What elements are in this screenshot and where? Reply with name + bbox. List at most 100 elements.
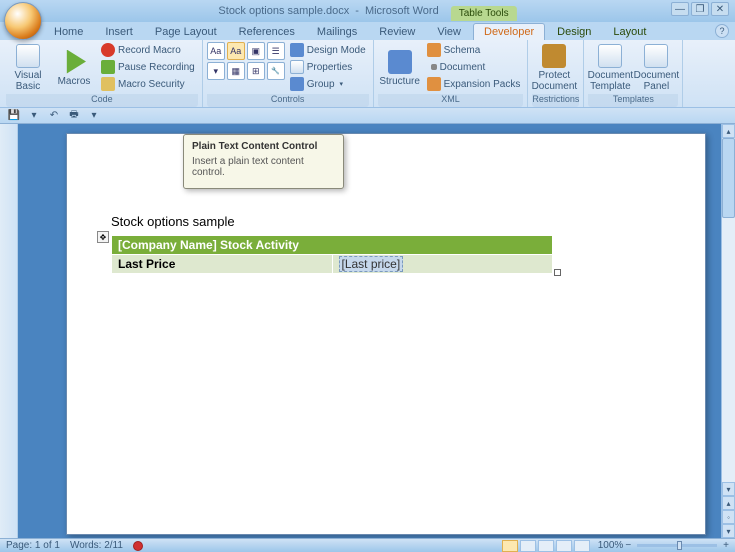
- ribbon: Visual Basic Macros Record Macro Pause R…: [0, 40, 735, 108]
- full-screen-view-button[interactable]: [520, 540, 536, 552]
- tab-review[interactable]: Review: [369, 24, 425, 40]
- security-icon: [101, 77, 115, 91]
- group-label-restrictions: Restrictions: [532, 94, 579, 107]
- tab-view[interactable]: View: [427, 24, 471, 40]
- tooltip: Plain Text Content Control Insert a plai…: [183, 134, 344, 189]
- draft-view-button[interactable]: [574, 540, 590, 552]
- rich-text-control-button[interactable]: Aa: [207, 42, 225, 60]
- group-button[interactable]: Group: [287, 76, 369, 92]
- ribbon-tabs: Home Insert Page Layout References Maili…: [0, 22, 735, 40]
- content-control-field[interactable]: [Last price]: [339, 256, 404, 272]
- tab-home[interactable]: Home: [44, 24, 93, 40]
- row-label-cell[interactable]: Last Price: [112, 255, 333, 274]
- table-resize-handle[interactable]: [554, 269, 561, 276]
- zoom-in-button[interactable]: +: [723, 540, 729, 551]
- outline-view-button[interactable]: [556, 540, 572, 552]
- building-block-control-button[interactable]: ⊞: [247, 62, 265, 80]
- macros-button[interactable]: Macros: [52, 42, 96, 94]
- pause-icon: [101, 60, 115, 74]
- macros-icon: [62, 50, 86, 74]
- page-indicator[interactable]: Page: 1 of 1: [6, 540, 60, 551]
- document-button[interactable]: Document: [424, 59, 524, 75]
- word-count[interactable]: Words: 2/11: [70, 540, 123, 551]
- group-templates: Document Template Document Panel Templat…: [584, 40, 683, 107]
- office-button[interactable]: [4, 2, 42, 40]
- vertical-ruler[interactable]: [0, 124, 18, 538]
- row-value-cell[interactable]: [Last price]: [332, 255, 553, 274]
- plain-text-control-button[interactable]: Aa: [227, 42, 245, 60]
- scroll-track[interactable]: [722, 138, 735, 482]
- quick-access-toolbar: 💾 ▾ ↶ 🖶 ▾: [0, 108, 735, 124]
- tab-page-layout[interactable]: Page Layout: [145, 24, 227, 40]
- combo-box-control-button[interactable]: ☰: [267, 42, 285, 60]
- print-button[interactable]: 🖶: [66, 109, 82, 123]
- app-name: Microsoft Word: [365, 5, 439, 17]
- tab-developer[interactable]: Developer: [473, 23, 545, 40]
- qat-customize-button[interactable]: ▾: [86, 109, 102, 123]
- group-code: Visual Basic Macros Record Macro Pause R…: [2, 40, 203, 107]
- save-button[interactable]: 💾: [6, 109, 22, 123]
- tab-design[interactable]: Design: [547, 24, 601, 40]
- restore-button[interactable]: ❐: [691, 2, 709, 16]
- protect-document-button[interactable]: Protect Document: [532, 42, 576, 94]
- qat-sep-icon: ▾: [26, 109, 42, 123]
- expansion-packs-button[interactable]: Expansion Packs: [424, 76, 524, 92]
- properties-icon: [290, 60, 304, 74]
- context-tab-label: Table Tools: [451, 6, 517, 21]
- print-layout-view-button[interactable]: [502, 540, 518, 552]
- web-layout-view-button[interactable]: [538, 540, 554, 552]
- tab-mailings[interactable]: Mailings: [307, 24, 367, 40]
- scroll-down-button[interactable]: ▾: [722, 482, 735, 496]
- scroll-thumb[interactable]: [722, 138, 735, 218]
- properties-button[interactable]: Properties: [287, 59, 369, 75]
- page: Stock options sample ✥ [Company Name] St…: [66, 133, 706, 535]
- zoom-slider-thumb[interactable]: [677, 541, 682, 550]
- window-title: Stock options sample.docx - Microsoft Wo…: [218, 4, 516, 19]
- schema-button[interactable]: Schema: [424, 42, 524, 58]
- tab-references[interactable]: References: [229, 24, 305, 40]
- close-button[interactable]: ✕: [711, 2, 729, 16]
- doc-name: Stock options sample.docx: [218, 5, 349, 17]
- lock-icon: [542, 44, 566, 68]
- dropdown-list-control-button[interactable]: ▾: [207, 62, 225, 80]
- pause-recording-button[interactable]: Pause Recording: [98, 59, 198, 75]
- date-picker-control-button[interactable]: ▦: [227, 62, 245, 80]
- design-mode-button[interactable]: Design Mode: [287, 42, 369, 58]
- structure-button[interactable]: Structure: [378, 42, 422, 94]
- zoom-slider[interactable]: [637, 544, 717, 547]
- document-panel-button[interactable]: Document Panel: [634, 42, 678, 94]
- group-label-controls: Controls: [207, 94, 369, 107]
- next-page-button[interactable]: ▾: [722, 524, 735, 538]
- prev-page-button[interactable]: ▴: [722, 496, 735, 510]
- schema-icon: [427, 43, 441, 57]
- zoom-out-button[interactable]: −: [625, 540, 631, 551]
- document-viewport[interactable]: Stock options sample ✥ [Company Name] St…: [18, 124, 721, 538]
- tab-insert[interactable]: Insert: [95, 24, 143, 40]
- vertical-scrollbar[interactable]: ▴ ▾ ▴ ◦ ▾: [721, 124, 735, 538]
- undo-button[interactable]: ↶: [46, 109, 62, 123]
- minimize-button[interactable]: —: [671, 2, 689, 16]
- document-area: Stock options sample ✥ [Company Name] St…: [0, 124, 735, 538]
- help-button[interactable]: ?: [715, 24, 729, 38]
- record-macro-button[interactable]: Record Macro: [98, 42, 198, 58]
- expansion-icon: [427, 77, 441, 91]
- bullet-icon: [431, 64, 437, 70]
- picture-control-button[interactable]: ▣: [247, 42, 265, 60]
- document-template-button[interactable]: Document Template: [588, 42, 632, 94]
- macro-security-button[interactable]: Macro Security: [98, 76, 198, 92]
- table-move-handle[interactable]: ✥: [97, 231, 109, 243]
- browse-object-button[interactable]: ◦: [722, 510, 735, 524]
- table-header-cell[interactable]: [Company Name] Stock Activity: [112, 236, 553, 255]
- title-bar: Stock options sample.docx - Microsoft Wo…: [0, 0, 735, 22]
- visual-basic-button[interactable]: Visual Basic: [6, 42, 50, 94]
- design-mode-icon: [290, 43, 304, 57]
- group-label-xml: XML: [378, 94, 524, 107]
- zoom-level[interactable]: 100%: [598, 540, 624, 551]
- group-label-code: Code: [6, 94, 198, 107]
- stock-table[interactable]: [Company Name] Stock Activity Last Price…: [111, 235, 553, 274]
- tab-layout[interactable]: Layout: [603, 24, 656, 40]
- legacy-tools-button[interactable]: 🔧: [267, 62, 285, 80]
- proofing-status-icon[interactable]: [133, 541, 143, 551]
- scroll-up-button[interactable]: ▴: [722, 124, 735, 138]
- tooltip-title: Plain Text Content Control: [192, 141, 335, 152]
